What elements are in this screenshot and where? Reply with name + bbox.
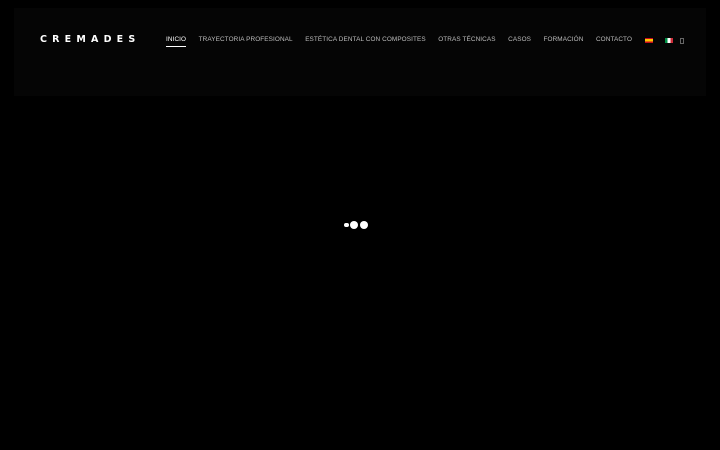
main-navigation: INICIO TRAYECTORIA PROFESIONAL ESTÉTICA …	[166, 36, 674, 48]
nav-item-trayectoria-profesional[interactable]: TRAYECTORIA PROFESIONAL	[199, 36, 293, 44]
loading-dot-medium	[350, 221, 358, 229]
nav-item-contacto[interactable]: CONTACTO	[596, 36, 632, 44]
nav-item-estetica-dental-con-composites[interactable]: ESTÉTICA DENTAL CON COMPOSITES	[305, 36, 426, 44]
spain-flag-icon[interactable]	[644, 37, 653, 43]
loading-dot-large	[359, 220, 368, 230]
page: CREMADES INICIO TRAYECTORIA PROFESIONAL …	[0, 0, 720, 450]
loading-dots-icon	[344, 220, 368, 230]
site-logo[interactable]: CREMADES	[40, 35, 140, 45]
search-icon[interactable]	[680, 38, 684, 44]
nav-item-inicio[interactable]: INICIO	[166, 36, 187, 47]
site-header	[14, 8, 706, 96]
nav-item-otras-tecnicas[interactable]: OTRAS TÉCNICAS	[438, 36, 495, 44]
loading-dot-small	[344, 222, 349, 228]
nav-item-casos[interactable]: CASOS	[508, 36, 531, 44]
nav-item-formacion[interactable]: FORMACIÓN	[544, 36, 584, 44]
italy-flag-icon[interactable]	[665, 37, 674, 43]
